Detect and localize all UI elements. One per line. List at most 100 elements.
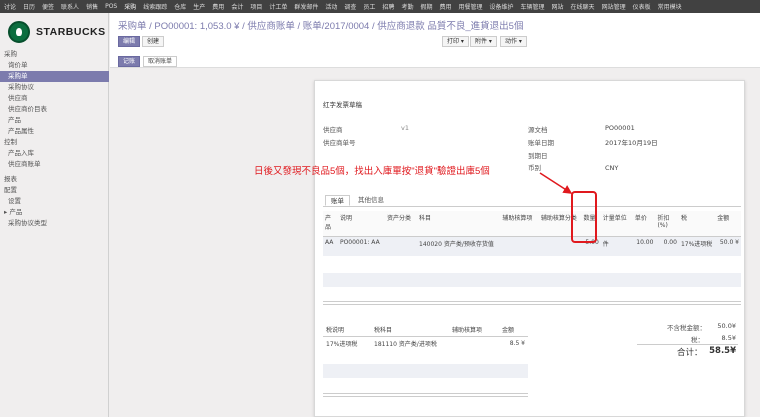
tab-other-info[interactable]: 其他信息 — [353, 195, 389, 206]
tax-col-analytic[interactable]: 辅助核算项 — [449, 323, 499, 337]
sidebar-item-vendor-pricelists[interactable]: 供应商价目表 — [0, 104, 109, 115]
menu-item[interactable]: 用餐管理 — [458, 2, 482, 11]
top-menu-bar: 讨论 日历 便签 联系人 销售 POS 采购 线索跟踪 仓库 生产 费用 会计 … — [0, 0, 760, 13]
menu-item[interactable]: 线索跟踪 — [143, 2, 167, 11]
invoice-lines-table: 产品 说明 资产分类 科目 辅助核算项 辅助核算分类 数量 计量单位 单价 折扣… — [323, 211, 741, 256]
menu-item[interactable]: 讨论 — [4, 2, 16, 11]
cancel-bill-button[interactable]: 取消账单 — [143, 56, 178, 67]
menu-item[interactable]: 设备维护 — [490, 2, 514, 11]
col-price[interactable]: 单价 — [632, 211, 656, 237]
attachment-dropdown[interactable]: 附件 ▾ — [470, 36, 497, 47]
menu-item[interactable]: 销售 — [86, 2, 98, 11]
tax-line-analytic — [449, 337, 499, 351]
create-button[interactable]: 创建 — [142, 36, 165, 47]
tax-empty-row[interactable] — [323, 364, 528, 378]
menu-item[interactable]: 在线聊天 — [571, 2, 595, 11]
source-field[interactable]: PO00001 — [605, 124, 635, 132]
sidebar-item-vendors[interactable]: 供应商 — [0, 93, 109, 104]
untaxed-label: 不含税金额： — [667, 324, 706, 332]
menu-item[interactable]: 日历 — [23, 2, 35, 11]
menu-item[interactable]: 采购 — [124, 2, 136, 11]
menu-item[interactable]: 群发邮件 — [294, 2, 318, 11]
tax-col-desc[interactable]: 税说明 — [323, 323, 371, 337]
menu-item[interactable]: 计工单 — [269, 2, 287, 11]
menu-item[interactable]: 考勤 — [401, 2, 413, 11]
action-dropdown[interactable]: 动作 ▾ — [500, 36, 527, 47]
line-product: AA — [323, 236, 338, 256]
lines-bottom-rule-2 — [323, 304, 741, 305]
post-button[interactable]: 记账 — [118, 56, 141, 67]
sidebar-item-incoming[interactable]: 产品入库 — [0, 148, 109, 159]
line-discount: 0.00 — [655, 236, 679, 256]
due-date-label: 到期日 — [528, 152, 548, 160]
sidebar-item-products-group[interactable]: ▸ 产品 — [0, 207, 109, 218]
edit-button[interactable]: 编辑 — [118, 36, 141, 47]
col-description[interactable]: 说明 — [337, 211, 385, 237]
totals-rule — [637, 344, 738, 345]
menu-item[interactable]: POS — [105, 3, 117, 10]
col-discount[interactable]: 折扣(%) — [655, 211, 679, 237]
menu-item[interactable]: 调查 — [344, 2, 356, 11]
menu-item[interactable]: 假期 — [420, 2, 432, 11]
print-dropdown[interactable]: 打印 ▾ — [442, 36, 469, 47]
sidebar-section-control: 控制 — [4, 138, 17, 146]
menu-item[interactable]: 活动 — [325, 2, 337, 11]
col-amount[interactable]: 金额 — [715, 211, 741, 237]
source-label: 源文档 — [528, 126, 548, 134]
menu-item[interactable]: 仪表板 — [633, 2, 651, 11]
sidebar-item-agreements[interactable]: 采购协议 — [0, 82, 109, 93]
menu-item[interactable]: 网站管理 — [602, 2, 626, 11]
col-analytic[interactable]: 辅助核算项 — [500, 211, 539, 237]
menu-item[interactable]: 常用模块 — [658, 2, 682, 11]
supplier-field[interactable]: v1 — [401, 124, 409, 132]
sidebar-item-settings[interactable]: 设置 — [0, 196, 109, 207]
col-tax[interactable]: 税 — [678, 211, 716, 237]
sidebar-item-rfq[interactable]: 询价单 — [0, 60, 109, 71]
line-price: 10.00 — [632, 236, 656, 256]
sidebar-item-attributes[interactable]: 产品属性 — [0, 126, 109, 137]
sidebar-item-agreement-types[interactable]: 采购协议类型 — [0, 218, 109, 229]
control-panel: 采购单 / PO00001: 1,053.0 ¥ / 供应商账单 / 账单/20… — [110, 13, 760, 68]
tax-lines-table: 税说明 税科目 辅助核算项 金额 17%进项税 181110 资产类/进项税 8… — [323, 323, 528, 350]
empty-line-row[interactable] — [323, 273, 741, 287]
col-asset[interactable]: 资产分类 — [384, 211, 418, 237]
currency-field[interactable]: CNY — [605, 164, 618, 172]
menu-item[interactable]: 联系人 — [61, 2, 79, 11]
breadcrumb[interactable]: 采购单 / PO00001: 1,053.0 ¥ / 供应商账单 / 账单/20… — [118, 18, 523, 32]
menu-item[interactable]: 会计 — [231, 2, 243, 11]
sidebar-item-purchase-orders[interactable]: 采购单 — [0, 71, 109, 82]
line-account: 140020 资产类/预收存货值 — [417, 236, 501, 256]
sidebar-item-products[interactable]: 产品 — [0, 115, 109, 126]
invoice-line-row[interactable]: AA PO00001: AA 140020 资产类/预收存货值 5.00 件 1… — [323, 236, 741, 256]
menu-item[interactable]: 便签 — [42, 2, 54, 11]
menu-item[interactable]: 仓库 — [174, 2, 186, 11]
tax-line-row[interactable]: 17%进项税 181110 资产类/进项税 8.5 ¥ — [323, 337, 528, 351]
col-uom[interactable]: 计量单位 — [600, 211, 633, 237]
company-logo[interactable]: STARBUCKS — [8, 21, 106, 43]
sidebar-section-purchase: 采购 — [4, 50, 17, 58]
menu-item[interactable]: 招聘 — [382, 2, 394, 11]
col-account[interactable]: 科目 — [417, 211, 501, 237]
untaxed-amount: 50.0¥ — [717, 322, 736, 330]
tax-col-amount[interactable]: 金额 — [499, 323, 528, 337]
currency-label: 币别 — [528, 164, 541, 172]
sidebar-item-vendor-bills[interactable]: 供应商账单 — [0, 159, 109, 170]
tax-line-amount: 8.5 ¥ — [509, 340, 525, 347]
menu-item[interactable]: 费用 — [439, 2, 451, 11]
tax-col-account[interactable]: 税科目 — [371, 323, 449, 337]
sidebar-section-reports[interactable]: 报表 — [0, 174, 109, 185]
tax-total-label: 税： — [691, 336, 704, 344]
sidebar: STARBUCKS 采购 询价单 采购单 采购协议 供应商 供应商价目表 产品 … — [0, 13, 109, 417]
tax-total-amount: 8.5¥ — [721, 334, 736, 342]
menu-item[interactable]: 费用 — [212, 2, 224, 11]
menu-item[interactable]: 网站 — [552, 2, 564, 11]
tab-bill[interactable]: 账单 — [325, 195, 350, 206]
menu-item[interactable]: 车辆管理 — [521, 2, 545, 11]
menu-item[interactable]: 项目 — [250, 2, 262, 11]
menu-item[interactable]: 生产 — [193, 2, 205, 11]
col-product[interactable]: 产品 — [323, 211, 338, 237]
main-content: 采购单 / PO00001: 1,053.0 ¥ / 供应商账单 / 账单/20… — [110, 13, 760, 417]
invoice-date-field[interactable]: 2017年10月19日 — [605, 137, 658, 147]
menu-item[interactable]: 员工 — [363, 2, 375, 11]
line-description: PO00001: AA — [337, 236, 385, 256]
